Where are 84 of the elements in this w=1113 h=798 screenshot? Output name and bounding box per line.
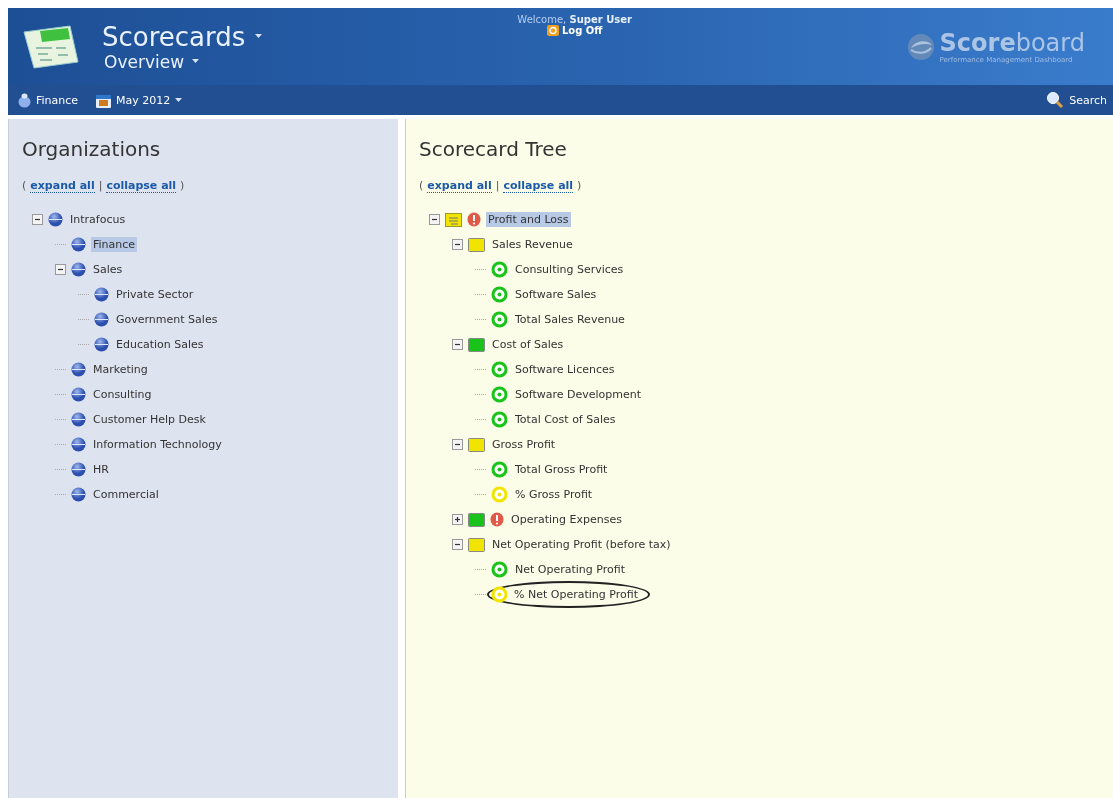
caret-icon[interactable] bbox=[192, 59, 200, 64]
scorecard-item[interactable]: Profit and Loss bbox=[486, 212, 571, 227]
organization-item[interactable]: Private Sector bbox=[114, 287, 196, 302]
expand-all-link[interactable]: expand all bbox=[427, 179, 492, 193]
scorecard-item[interactable]: Cost of Sales bbox=[490, 337, 566, 352]
separator: | bbox=[495, 179, 500, 193]
expand-toggle[interactable] bbox=[452, 514, 463, 525]
caret-icon[interactable] bbox=[255, 34, 263, 39]
globe-icon bbox=[71, 487, 86, 502]
period-selector[interactable]: May 2012 bbox=[96, 92, 183, 108]
minus-icon bbox=[454, 241, 461, 248]
scorecard-item[interactable]: Total Cost of Sales bbox=[513, 412, 618, 427]
collapse-toggle[interactable] bbox=[452, 239, 463, 250]
collapse-toggle[interactable] bbox=[429, 214, 440, 225]
parenthesis: ) bbox=[180, 179, 185, 193]
separator: | bbox=[98, 179, 103, 193]
caret-icon bbox=[175, 97, 183, 103]
minus-icon bbox=[57, 266, 64, 273]
globe-icon bbox=[71, 462, 86, 477]
logo-swirl-icon bbox=[905, 31, 936, 62]
panel-title: Scorecard Tree bbox=[419, 137, 568, 161]
collapse-toggle[interactable] bbox=[452, 339, 463, 350]
collapse-toggle[interactable] bbox=[55, 264, 66, 275]
globe-icon bbox=[71, 412, 86, 427]
minus-icon bbox=[34, 216, 41, 223]
scorecard-item[interactable]: Total Gross Profit bbox=[513, 462, 610, 477]
scorecard-item[interactable]: Net Operating Profit (before tax) bbox=[490, 537, 673, 552]
organization-item[interactable]: Information Technology bbox=[91, 437, 224, 452]
collapse-all-link[interactable]: collapse all bbox=[106, 179, 177, 193]
globe-icon bbox=[94, 287, 109, 302]
globe-icon bbox=[71, 237, 86, 252]
parenthesis: ) bbox=[577, 179, 582, 193]
organization-item[interactable]: Commercial bbox=[91, 487, 161, 502]
minus-icon bbox=[454, 441, 461, 448]
organization-item[interactable]: Sales bbox=[91, 262, 125, 277]
scorecard-item[interactable]: Net Operating Profit bbox=[513, 562, 627, 577]
app-title[interactable]: Scorecards bbox=[102, 21, 246, 52]
collapse-all-link[interactable]: collapse all bbox=[503, 179, 574, 193]
panel-title: Organizations bbox=[22, 137, 162, 161]
globe-icon bbox=[94, 312, 109, 327]
globe-icon bbox=[71, 387, 86, 402]
scorecard-item[interactable]: Gross Profit bbox=[490, 437, 558, 452]
search-icon bbox=[1046, 91, 1065, 109]
log-off-link[interactable]: Log Off bbox=[546, 25, 603, 36]
organization-icon bbox=[18, 92, 31, 108]
parenthesis: ( bbox=[419, 179, 424, 193]
collapse-toggle[interactable] bbox=[32, 214, 43, 225]
collapse-toggle[interactable] bbox=[452, 439, 463, 450]
organization-item[interactable]: Government Sales bbox=[114, 312, 220, 327]
welcome-text: Welcome, Super User bbox=[517, 14, 632, 25]
organization-item[interactable]: Intrafocus bbox=[68, 212, 128, 227]
power-icon bbox=[546, 25, 559, 36]
minus-icon bbox=[431, 216, 438, 223]
scorecard-item[interactable]: % Net Operating Profit bbox=[512, 587, 640, 602]
scorecard-item[interactable]: Software Sales bbox=[513, 287, 599, 302]
globe-icon bbox=[71, 437, 86, 452]
expand-all-link[interactable]: expand all bbox=[30, 179, 95, 193]
scorecard-item[interactable]: Operating Expenses bbox=[509, 512, 624, 527]
scorecard-item[interactable]: Software Licences bbox=[513, 362, 617, 377]
view-title[interactable]: Overview bbox=[104, 51, 185, 72]
globe-icon bbox=[48, 212, 63, 227]
organization-item[interactable]: Education Sales bbox=[114, 337, 206, 352]
scorecard-item[interactable]: % Gross Profit bbox=[513, 487, 595, 502]
organization-item[interactable]: Consulting bbox=[91, 387, 154, 402]
scorecard-item[interactable]: Sales Revenue bbox=[490, 237, 575, 252]
organization-selector[interactable]: Finance bbox=[18, 92, 79, 108]
minus-icon bbox=[454, 341, 461, 348]
organization-item[interactable]: Marketing bbox=[91, 362, 150, 377]
organization-item[interactable]: Customer Help Desk bbox=[91, 412, 208, 427]
collapse-toggle[interactable] bbox=[452, 539, 463, 550]
scorecard-item[interactable]: Consulting Services bbox=[513, 262, 626, 277]
globe-icon bbox=[71, 262, 86, 277]
globe-icon bbox=[94, 337, 109, 352]
logo-text: Scoreboard bbox=[939, 29, 1085, 56]
globe-icon bbox=[71, 362, 86, 377]
scorecard-item[interactable]: Total Sales Revenue bbox=[513, 312, 627, 327]
plus-icon bbox=[454, 516, 461, 523]
organization-item[interactable]: Finance bbox=[91, 237, 138, 252]
search-button[interactable]: Search bbox=[1046, 91, 1107, 109]
calendar-icon bbox=[96, 92, 112, 108]
organization-item[interactable]: HR bbox=[91, 462, 111, 477]
minus-icon bbox=[454, 541, 461, 548]
scorecard-item[interactable]: Software Development bbox=[513, 387, 644, 402]
parenthesis: ( bbox=[22, 179, 27, 193]
